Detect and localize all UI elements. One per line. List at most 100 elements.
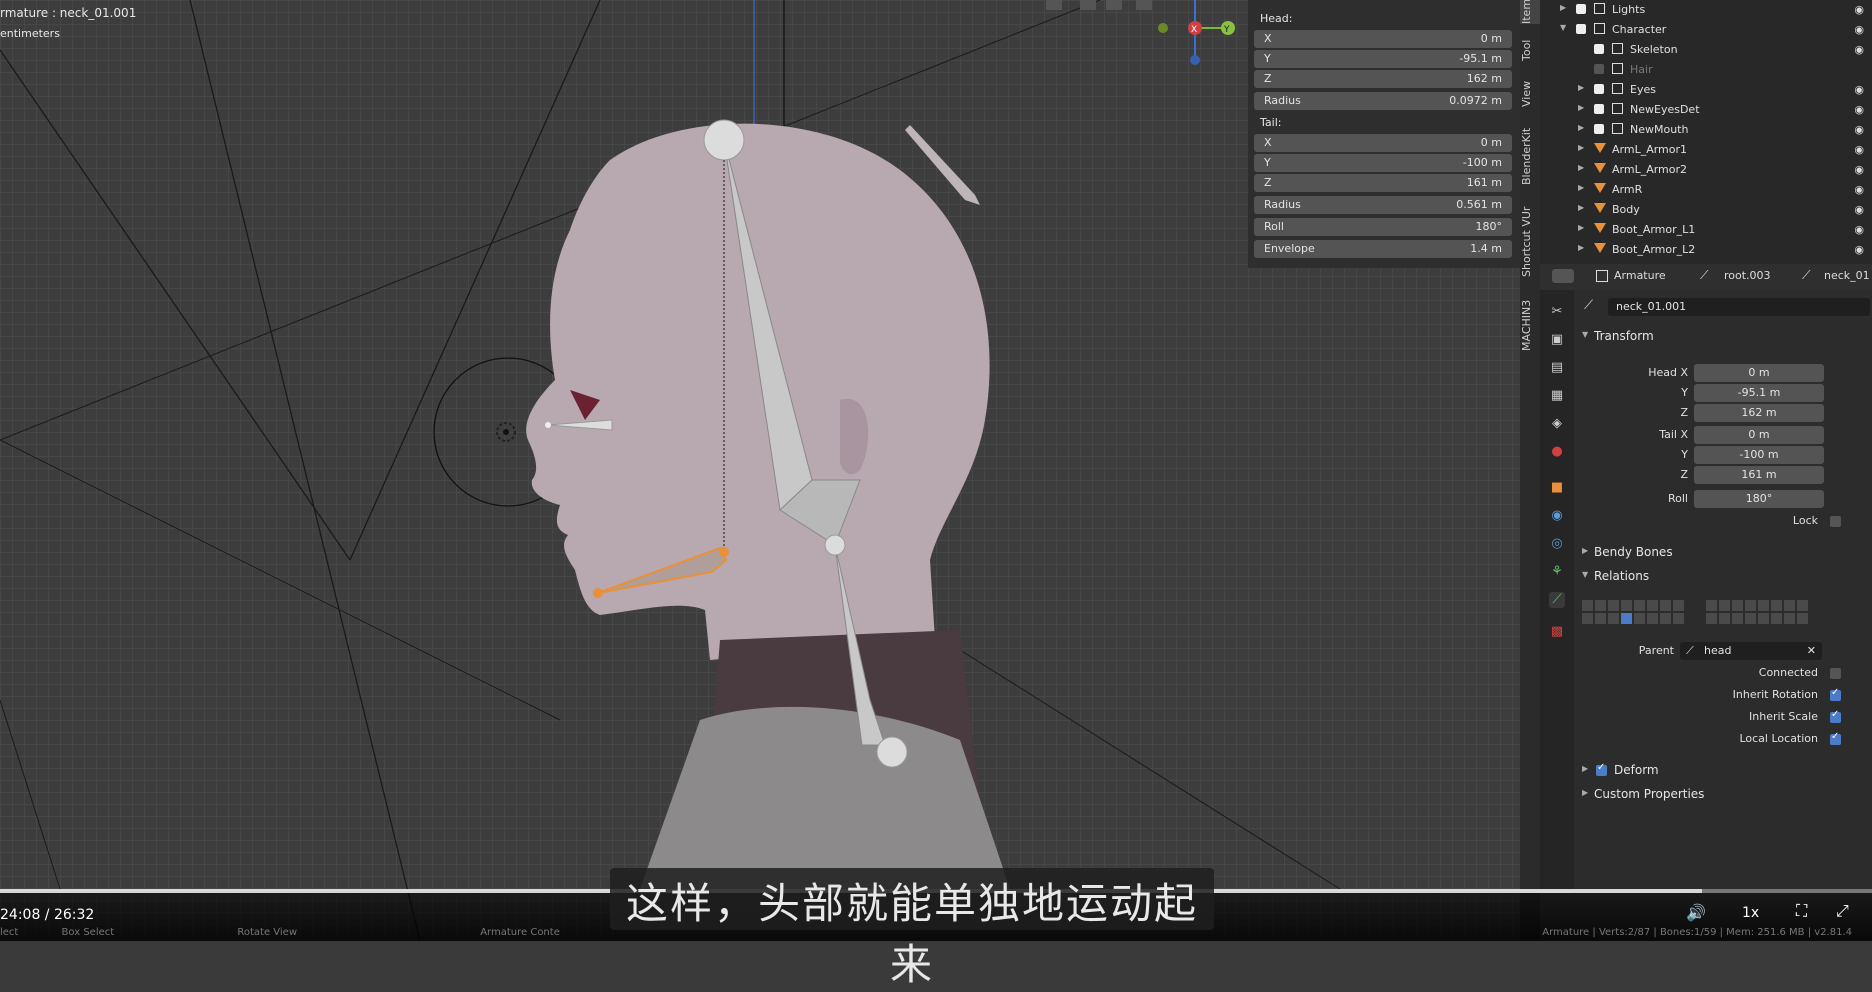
eye-icon[interactable]: ◉ (1854, 43, 1864, 56)
outliner-row[interactable]: ▶ Body ◉ (1540, 200, 1872, 220)
eye-icon[interactable]: ◉ (1854, 243, 1864, 256)
expand-arrow-icon[interactable]: ▶ (1578, 143, 1584, 152)
breadcrumb-bone[interactable]: neck_01 (1824, 269, 1870, 282)
section-custom-properties[interactable]: ▶ Custom Properties (1574, 784, 1872, 806)
outliner-row[interactable]: ▶Hair (1540, 60, 1872, 80)
expand-arrow-icon[interactable]: ▶ (1578, 183, 1584, 192)
eye-icon[interactable]: ◉ (1854, 143, 1864, 156)
exclude-checkbox[interactable] (1594, 84, 1604, 94)
tab-machin3[interactable]: MACHIN3 (1520, 292, 1540, 358)
exclude-checkbox[interactable] (1594, 124, 1604, 134)
parent-field[interactable]: ⟋ head ✕ (1680, 642, 1822, 660)
view-layer-icon[interactable]: ▦ (1549, 388, 1565, 404)
fullscreen-window-icon[interactable]: ⛶ (1796, 901, 1807, 921)
output-icon[interactable]: ▤ (1549, 360, 1565, 376)
outliner-row[interactable]: ▶ NewMouth ◉ (1540, 120, 1872, 140)
exclude-checkbox[interactable] (1576, 24, 1586, 34)
head-x-field[interactable]: X0 m (1254, 30, 1512, 48)
physics-icon[interactable]: ◎ (1549, 536, 1565, 552)
tail-y-field[interactable]: Y -100 m (1254, 154, 1512, 172)
expand-arrow-icon[interactable]: ▶ (1578, 243, 1584, 252)
outliner-row[interactable]: ▶ ArmR ◉ (1540, 180, 1872, 200)
section-transform[interactable]: ▼ Transform (1574, 326, 1872, 348)
expand-arrow-icon[interactable]: ▶ (1560, 3, 1566, 12)
inherit-rotation-checkbox[interactable] (1830, 687, 1841, 701)
eye-icon[interactable]: ◉ (1854, 183, 1864, 196)
outliner-row[interactable]: ▼ Character ◉ (1540, 20, 1872, 40)
head-y-input[interactable]: -95.1 m (1694, 384, 1824, 402)
clear-icon[interactable]: ✕ (1807, 642, 1816, 660)
outliner-row[interactable]: ▶ NewEyesDet ◉ (1540, 100, 1872, 120)
tail-x-input[interactable]: 0 m (1694, 426, 1824, 444)
roll-field[interactable]: Roll 180° (1254, 218, 1512, 236)
object-icon[interactable]: ■ (1549, 480, 1565, 496)
tab-view[interactable]: View (1520, 76, 1540, 112)
outliner-row[interactable]: ▶ Lights ◉ (1540, 0, 1872, 20)
lock-checkbox[interactable] (1830, 516, 1841, 527)
eye-icon[interactable]: ◉ (1854, 103, 1864, 116)
expand-arrow-icon[interactable]: ▶ (1578, 203, 1584, 212)
bone-tab-icon[interactable]: ⟋ (1549, 592, 1565, 608)
expand-arrow-icon[interactable]: ▶ (1578, 83, 1584, 92)
expand-arrow-icon[interactable]: ▶ (1578, 123, 1584, 132)
exclude-checkbox[interactable] (1576, 4, 1586, 14)
connected-checkbox[interactable] (1830, 668, 1841, 679)
deform-checkbox[interactable] (1596, 762, 1607, 776)
outliner-row[interactable]: ▶ ArmL_Armor1 ◉ (1540, 140, 1872, 160)
bone-name-field[interactable]: neck_01.001 (1608, 298, 1870, 316)
local-location-checkbox[interactable] (1830, 731, 1841, 745)
outliner-row[interactable]: ▶ ArmL_Armor2 ◉ (1540, 160, 1872, 180)
exclude-checkbox[interactable] (1594, 44, 1604, 54)
bone-layers-grid[interactable] (1582, 600, 1862, 626)
section-bendy-bones[interactable]: ▶ Bendy Bones (1574, 542, 1872, 564)
texture-icon[interactable]: ▩ (1549, 624, 1565, 640)
breadcrumb-root[interactable]: root.003 (1724, 269, 1771, 282)
breadcrumb-armature[interactable]: Armature (1614, 269, 1666, 282)
exclude-checkbox[interactable] (1594, 64, 1604, 74)
tab-blenderkit[interactable]: BlenderKit (1520, 120, 1540, 192)
tab-shortcut-vur[interactable]: Shortcut VUr (1520, 200, 1540, 284)
tab-tool[interactable]: Tool (1520, 32, 1540, 68)
eye-icon[interactable]: ◉ (1854, 3, 1864, 16)
expand-arrow-icon[interactable]: ▶ (1578, 163, 1584, 172)
section-relations[interactable]: ▼ Relations (1574, 566, 1872, 588)
expand-arrow-icon[interactable]: ▶ (1578, 223, 1584, 232)
head-radius-field[interactable]: Radius 0.0972 m (1254, 92, 1512, 110)
envelope-field[interactable]: Envelope 1.4 m (1254, 240, 1512, 258)
world-icon[interactable]: ● (1549, 444, 1565, 460)
fullscreen-icon[interactable]: ⤢ (1836, 901, 1849, 921)
eye-icon[interactable]: ◉ (1854, 83, 1864, 96)
expand-arrow-icon[interactable]: ▼ (1560, 23, 1566, 32)
tail-radius-field[interactable]: Radius 0.561 m (1254, 196, 1512, 214)
head-z-field[interactable]: Z 162 m (1254, 70, 1512, 88)
tool-icon[interactable]: ✂ (1549, 304, 1565, 320)
editor-type-icon[interactable] (1552, 269, 1574, 283)
eye-icon[interactable]: ◉ (1854, 203, 1864, 216)
outliner-row[interactable]: ▶ Boot_Armor_L2 ◉ (1540, 240, 1872, 260)
outliner-row[interactable]: ▶Skeleton◉ (1540, 40, 1872, 60)
volume-icon[interactable]: 🔊 (1686, 903, 1706, 922)
speed-button[interactable]: 1x (1742, 905, 1759, 921)
tail-y-input[interactable]: -100 m (1694, 446, 1824, 464)
exclude-checkbox[interactable] (1594, 104, 1604, 114)
expand-arrow-icon[interactable]: ▶ (1578, 103, 1584, 112)
inherit-scale-checkbox[interactable] (1830, 709, 1841, 723)
scene-icon[interactable]: ◈ (1549, 416, 1565, 432)
eye-icon[interactable]: ◉ (1854, 123, 1864, 136)
modifier-icon[interactable]: ◉ (1549, 508, 1565, 524)
section-deform[interactable]: ▶Deform (1574, 760, 1872, 782)
eye-icon[interactable]: ◉ (1854, 163, 1864, 176)
head-y-field[interactable]: Y -95.1 m (1254, 50, 1512, 68)
outliner-row[interactable]: ▶ Eyes ◉ (1540, 80, 1872, 100)
3d-viewport[interactable]: X Y rmature : neck_01.001 entimeters Hea… (0, 0, 1520, 941)
outliner-row[interactable]: ▶ Boot_Armor_L1 ◉ (1540, 220, 1872, 240)
roll-input[interactable]: 180° (1694, 490, 1824, 508)
tail-z-input[interactable]: 161 m (1694, 466, 1824, 484)
tab-item[interactable]: Item (1520, 0, 1540, 24)
eye-icon[interactable]: ◉ (1854, 23, 1864, 36)
tail-x-field[interactable]: X0 m (1254, 134, 1512, 152)
tail-z-field[interactable]: Z 161 m (1254, 174, 1512, 192)
eye-icon[interactable]: ◉ (1854, 223, 1864, 236)
head-x-input[interactable]: 0 m (1694, 364, 1824, 382)
armature-data-icon[interactable]: ⚘ (1549, 564, 1565, 580)
